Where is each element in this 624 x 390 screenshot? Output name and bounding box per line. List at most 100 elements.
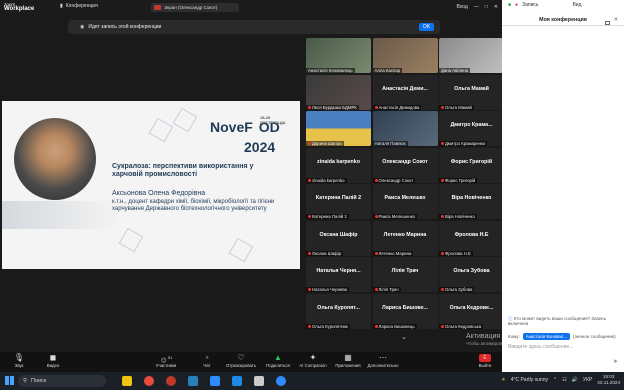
chevron-up-icon[interactable]: ⌃ [553, 377, 557, 383]
zoom-app-icon[interactable] [210, 376, 220, 386]
login-button[interactable]: Вход [456, 4, 467, 10]
volume-icon[interactable]: 🔊 [572, 377, 578, 383]
logo-big-text: Workplace [4, 6, 35, 12]
audio-button[interactable]: 🎙 Звук [2, 353, 36, 368]
participant-display-name: Катерина Палій 2 [315, 195, 362, 201]
muted-mic-icon [441, 142, 444, 146]
share-label: Поделиться [266, 363, 290, 368]
participant-name-text: Ольга Зубова [445, 287, 473, 292]
ai-companion-button[interactable]: ✦ AI Companion [296, 353, 330, 368]
participant-name-label: Дмитро Крамаренко [439, 141, 488, 146]
recipient-select[interactable]: Анастасія Коновал... [522, 333, 570, 340]
participant-tile[interactable]: zinaida karpenko zinaida karpenko [306, 147, 371, 183]
leave-button[interactable]: Ё Выйти [468, 353, 502, 368]
network-icon[interactable]: ☷ [562, 377, 566, 383]
language-indicator[interactable]: УКР [583, 377, 592, 383]
more-button[interactable]: ⋯ Дополнительно [366, 353, 400, 368]
windows-taskbar: ⚲ Поиск ☀ 4°C Partly sunny ⌃ ☷ 🔊 УКР 15:… [0, 372, 624, 390]
conference-menu[interactable]: ▮ Конференция [60, 3, 98, 9]
participant-tile[interactable]: Ольга Кедрове... Ольга Кедровська [439, 293, 504, 329]
participant-name-text: Форис Григорій [445, 177, 476, 183]
minimize-icon[interactable]: — [474, 4, 479, 10]
clock[interactable]: 15:03 22.11.2024 [597, 374, 620, 386]
popout-icon[interactable] [605, 21, 610, 25]
participant-tile[interactable]: Лариса Бишове... Лариса Бишовець [372, 293, 438, 329]
participant-name-text: Дарина Шапіро [312, 141, 343, 146]
react-button[interactable]: ♡ Отреагировать [224, 353, 258, 368]
participant-tile[interactable]: Алла Каспар [372, 38, 438, 73]
participant-tile[interactable]: Фролова Н.Е Фролова Н.Е [439, 220, 504, 256]
windows-start-icon[interactable] [5, 376, 14, 385]
close-icon[interactable]: ✕ [494, 4, 498, 10]
apps-button[interactable]: ▦ Приложения [331, 353, 365, 368]
maximize-icon[interactable]: □ [485, 4, 488, 10]
participant-tile[interactable]: Раиса Мелешко Раиса Мелешенко [372, 184, 438, 219]
participant-name-text: Наталя Павлюк [374, 141, 406, 146]
participant-name-label: Летенко Марина [372, 250, 414, 256]
chevron-down-icon[interactable]: ⌄ [401, 333, 407, 341]
weather-icon[interactable]: ☀ [501, 377, 505, 383]
participants-button[interactable]: ☺51 Участники [149, 353, 183, 368]
chrome-icon[interactable] [144, 376, 154, 386]
participant-tile[interactable]: Дана Авілена [439, 38, 504, 73]
participant-tile[interactable]: Оксана Шафір Оксана Шафір [306, 220, 371, 256]
telegram-icon[interactable] [232, 376, 242, 386]
screen-share-indicator[interactable]: Экран (Олександр Сокот) [151, 3, 239, 12]
send-icon[interactable]: ➤ [613, 358, 618, 365]
camera-off-icon: ◼ [49, 353, 57, 362]
file-explorer-icon[interactable] [122, 376, 132, 386]
participant-name-label: Алла Каспар [372, 68, 403, 73]
muted-mic-icon [374, 324, 378, 328]
participant-tile[interactable]: Летенко Марина Летенко Марина [372, 220, 438, 256]
participant-tile[interactable]: Ольга Зубова Ольга Зубова [439, 257, 504, 292]
brand-year: 2024 [244, 139, 276, 155]
edge-icon[interactable] [188, 376, 198, 386]
participant-display-name: Дмитро Крама... [450, 122, 493, 128]
participant-tile[interactable]: Віра Новіченко Віра Новіченко [439, 184, 504, 219]
muted-mic-icon [441, 178, 444, 182]
participant-tile[interactable]: Лілія Трач Лілія Трач [372, 257, 438, 292]
zoom-meeting-icon[interactable] [276, 376, 286, 386]
video-button[interactable]: ◼ Видео [36, 353, 70, 368]
participant-tile[interactable]: Катерина Палій 2 Катерина Палій 2 [306, 184, 371, 219]
participant-tile[interactable]: Дарина Шапіро [306, 111, 371, 146]
share-button[interactable]: ▲ Поделиться [261, 353, 295, 368]
chat-header: Моя конференция ✕ [502, 14, 624, 26]
participant-tile[interactable]: Олександр Сокот Олександр Сокот [372, 147, 438, 183]
view-label[interactable]: Вид [572, 2, 581, 8]
app-icon[interactable] [254, 376, 264, 386]
more-icon: ⋯ [379, 353, 387, 362]
opera-icon[interactable] [166, 376, 176, 386]
participant-name-label: Ольга Мамай [439, 104, 474, 110]
participant-name-text: Ольга Мамай [445, 104, 472, 110]
muted-mic-icon [441, 288, 444, 292]
participant-tile[interactable]: Форис Григорій Форис Григорій [439, 147, 504, 183]
participant-tile[interactable]: Дмитро Крама... Дмитро Крамаренко [439, 111, 504, 146]
close-chat-icon[interactable]: ✕ [614, 14, 618, 26]
rec-status[interactable]: ■ ● Запись Вид [508, 2, 582, 8]
participant-tile[interactable]: Ольга Мамай Ольга Мамай [439, 74, 504, 110]
participant-tile[interactable]: Наталья Черня... Наталья Чернява [306, 257, 371, 292]
participant-name-text: Леся Бурдюжа БДМРК [312, 104, 357, 110]
weather-text[interactable]: 4°C Partly sunny [511, 377, 548, 383]
participant-tile[interactable]: Анастасія Деми... Анастасія Демидова [372, 74, 438, 110]
ai-label: AI Companion [299, 363, 327, 368]
chat-recipient-row: Кому: Анастасія Коновал... (личное сообщ… [508, 333, 616, 340]
chat-input[interactable]: Введите здесь сообщение... [508, 344, 573, 350]
participant-name-text: Дмитро Крамаренко [445, 141, 486, 146]
participant-tile[interactable]: Анастасія Коновалець [306, 38, 371, 73]
participant-tile[interactable]: Ольга Куропят... Ольга Куропятник [306, 293, 371, 329]
participant-name-label: zinaida karpenko [306, 177, 347, 183]
ok-button[interactable]: OK [419, 23, 434, 31]
participant-name-label: Лілія Трач [372, 287, 401, 292]
chat-button[interactable]: ▫ Чат [190, 353, 224, 368]
taskbar-search[interactable]: ⚲ Поиск [18, 375, 106, 387]
leave-icon: Ё [479, 354, 491, 362]
participant-tile[interactable]: Леся Бурдюжа БДМРК [306, 74, 371, 110]
brand-left: NoveF [210, 119, 253, 135]
more-label: Дополнительно [367, 363, 399, 368]
participant-tile[interactable]: Наталя Павлюк [372, 111, 438, 146]
chat-visibility-note[interactable]: ⓘ Кто может видеть ваши сообщения? Запис… [508, 316, 620, 326]
muted-mic-icon [441, 215, 444, 219]
participant-name-text: Анастасія Демидова [378, 104, 420, 110]
